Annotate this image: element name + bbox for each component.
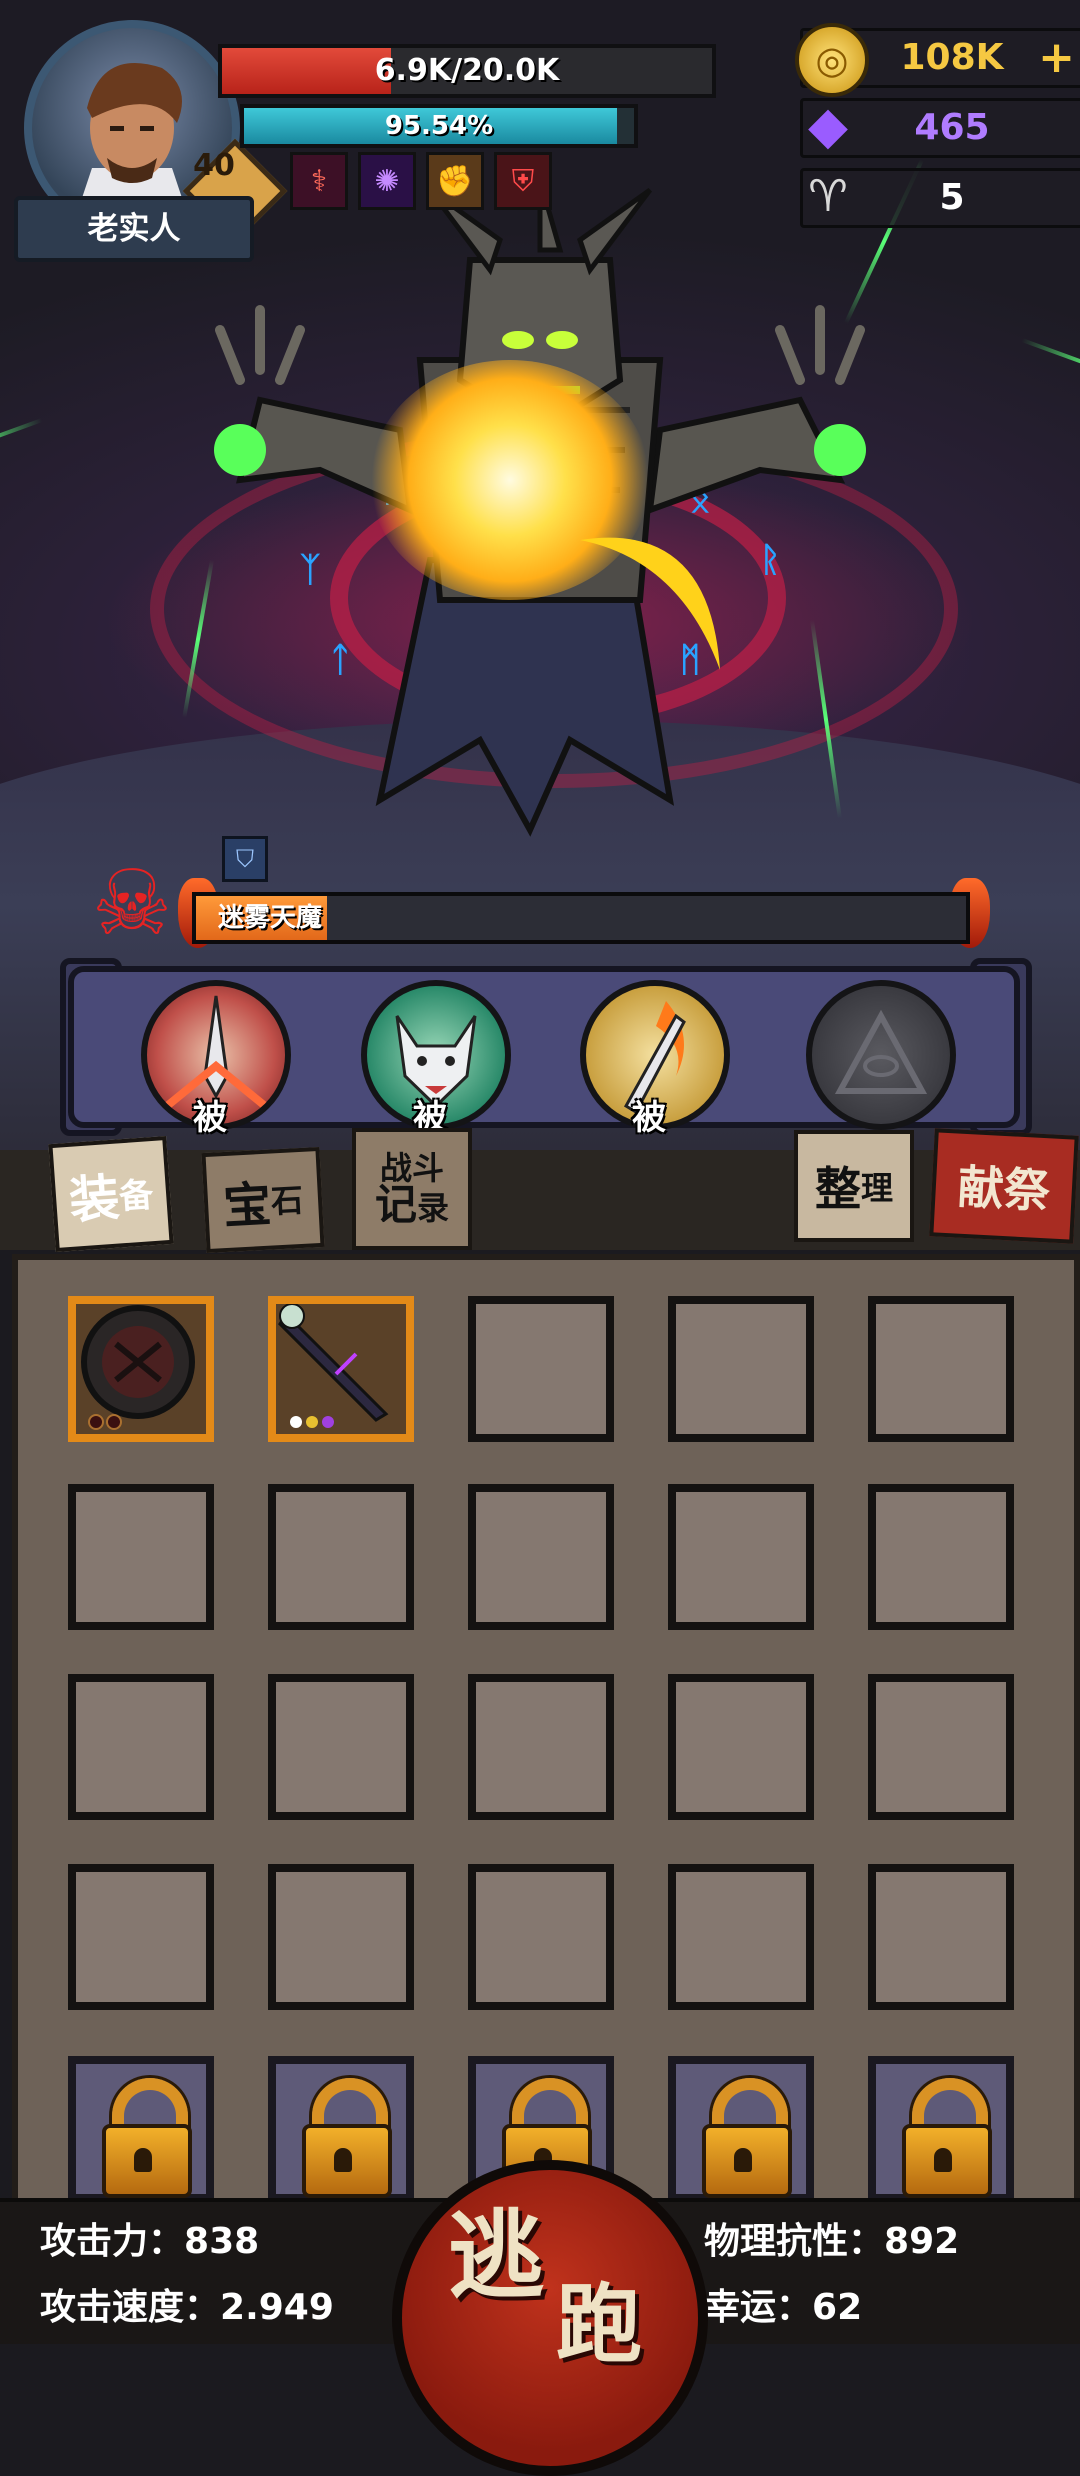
empty-slot[interactable] [468, 1484, 614, 1630]
attack-value: 838 [184, 2221, 260, 2262]
locked-slot[interactable] [268, 2056, 414, 2202]
buff-glyph: ⛨ [511, 163, 535, 199]
empty-slot[interactable] [68, 1674, 214, 1820]
attack-stat: 攻击力：838 [40, 2212, 259, 2264]
enemy-name: 迷雾天魔 [218, 903, 323, 933]
sort-button-label: 整 [814, 1162, 861, 1216]
skull-crossbones-icon: ☠ [91, 851, 173, 956]
keyhole [934, 2148, 952, 2172]
tab-battle-log-big: 记 [374, 1180, 417, 1229]
empty-slot[interactable] [468, 1864, 614, 2010]
ram-horn-counter: ♈ 5 [800, 168, 1080, 228]
flee-button[interactable] [392, 2160, 708, 2476]
ram-skull-icon: ♈ [808, 170, 848, 222]
slash-arc-effect [580, 537, 720, 670]
empty-slot[interactable] [468, 1674, 614, 1820]
sacrifice-button[interactable]: 献祭 [929, 1128, 1079, 1244]
empty-slot[interactable] [868, 1864, 1014, 2010]
buff-glyph: ✊ [436, 163, 474, 199]
ram-horn-amount: 5 [939, 177, 965, 218]
tab-gems[interactable]: 宝石 [201, 1146, 325, 1254]
green-light-streak [0, 418, 43, 477]
sort-button-label-small: 理 [860, 1169, 893, 1207]
crystal-counter: ◆ 465 [800, 96, 1080, 158]
keyhole [334, 2148, 352, 2172]
shield-defense-down-icon[interactable]: ⛉ [222, 836, 268, 882]
empty-slot[interactable] [668, 1674, 814, 1820]
player-xp-text: 95.54% [384, 111, 494, 141]
green-light-streak [1021, 338, 1080, 397]
empty-slot[interactable] [268, 1864, 414, 2010]
empty-slot[interactable] [68, 1484, 214, 1630]
crystal-amount: 465 [914, 107, 990, 148]
attack-speed-label: 攻击速度： [40, 2287, 221, 2328]
tab-equipment-label-small: 备 [117, 1174, 155, 1217]
empty-slot[interactable] [668, 1864, 814, 2010]
round-shield-item[interactable] [68, 1296, 214, 1442]
physical-resist-value: 892 [884, 2221, 960, 2262]
empty-slot[interactable] [668, 1484, 814, 1630]
empty-slot[interactable] [268, 1484, 414, 1630]
cursed-sword-icon [278, 1303, 389, 1428]
tab-gems-label-small: 石 [270, 1180, 305, 1221]
sort-button[interactable]: 整理 [794, 1130, 914, 1242]
inventory-grid [12, 1254, 1080, 2211]
round-shield-icon [81, 1305, 195, 1430]
physical-resist-label: 物理抗性： [704, 2221, 885, 2262]
tab-equipment[interactable]: 装备 [48, 1136, 174, 1252]
add-gold-button[interactable]: + [1038, 31, 1075, 85]
buff-glyph: ✺ [374, 163, 400, 199]
gold-coin-icon: ◎ [795, 23, 869, 97]
luck-stat: 幸运：62 [704, 2278, 862, 2330]
attack-label: 攻击力： [40, 2221, 185, 2262]
shield-defense-up-icon[interactable]: ⛨ [494, 152, 552, 210]
empty-slot[interactable] [468, 1296, 614, 1442]
locked-slot[interactable] [868, 2056, 1014, 2202]
player-level: 40 [193, 148, 235, 183]
empty-slot[interactable] [868, 1296, 1014, 1442]
keyhole [134, 2148, 152, 2172]
player-name: 老实人 [14, 196, 254, 262]
luck-label: 幸运： [704, 2287, 813, 2328]
buff-glyph: ⚕ [310, 163, 328, 199]
cursed-sword-item[interactable] [268, 1296, 414, 1442]
player-hp-bar: 6.9K/20.0K [218, 44, 716, 98]
physical-resist-stat: 物理抗性：892 [704, 2212, 959, 2264]
enemy-hp-bar: 迷雾天魔 [192, 892, 970, 944]
attack-speed-stat: 攻击速度：2.949 [40, 2278, 334, 2330]
attack-speed-value: 2.949 [220, 2287, 334, 2328]
buff-list: ⚕ ✺ ✊ ⛨ [290, 152, 552, 210]
empty-slot[interactable] [668, 1296, 814, 1442]
passive-tag: 被 [632, 1098, 666, 1138]
tab-gems-label: 宝 [221, 1176, 273, 1236]
passive-tag: 被 [193, 1098, 227, 1138]
keyhole [734, 2148, 752, 2172]
flee-button-label-2: 跑 [556, 2275, 642, 2375]
fist-icon[interactable]: ✊ [426, 152, 484, 210]
player-xp-bar: 95.54% [240, 104, 638, 148]
empty-slot[interactable] [868, 1484, 1014, 1630]
tab-battle-log[interactable]: 战斗 记录 [352, 1128, 472, 1250]
locked-slot[interactable] [68, 2056, 214, 2202]
sacrifice-button-label: 献祭 [956, 1159, 1052, 1219]
locked-slot[interactable] [668, 2056, 814, 2202]
tab-battle-log-small: 录 [417, 1189, 450, 1227]
empty-slot[interactable] [268, 1674, 414, 1820]
gold-amount: 108K [900, 37, 1004, 78]
staff-attack-up-icon[interactable]: ⚕ [290, 152, 348, 210]
player-hp-text: 6.9K/20.0K [374, 53, 560, 88]
empty-slot[interactable] [68, 1864, 214, 2010]
flee-button-label-1: 逃 [448, 2200, 544, 2312]
empty-slot[interactable] [868, 1674, 1014, 1820]
luck-value: 62 [812, 2287, 863, 2328]
tab-equipment-label: 装 [67, 1168, 122, 1230]
eye-triangle-icon[interactable] [806, 980, 956, 1130]
gold-counter[interactable]: ◎ 108K + [795, 23, 1080, 97]
purple-crystal-icon: ◆ [808, 96, 848, 156]
vortex-icon[interactable]: ✺ [358, 152, 416, 210]
tab-battle-log-line2: 记录 [375, 1184, 449, 1226]
